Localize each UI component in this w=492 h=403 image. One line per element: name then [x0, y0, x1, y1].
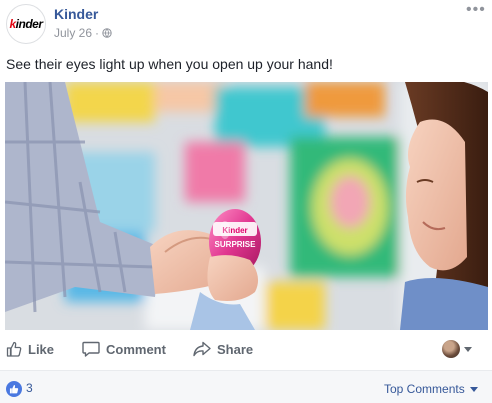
like-count[interactable]: 3 — [26, 381, 33, 395]
share-arrow-icon — [193, 341, 211, 357]
post-actions: Like Comment Share — [0, 330, 492, 370]
more-options-icon[interactable]: ••• — [466, 2, 486, 18]
caret-down-icon — [469, 386, 478, 392]
post-footer: 3 Top Comments — [0, 370, 492, 403]
post-as-selector[interactable] — [442, 340, 472, 358]
share-label: Share — [217, 341, 254, 357]
like-label: Like — [28, 341, 55, 357]
page-name-link[interactable]: Kinder — [54, 6, 98, 22]
comment-sort-dropdown[interactable]: Top Comments — [384, 382, 478, 396]
post-date[interactable]: July 26 — [54, 26, 92, 40]
post-meta: July 26 · — [54, 26, 112, 40]
comment-label: Comment — [106, 341, 166, 357]
post-photo[interactable]: Kinder SURPRISE — [5, 82, 488, 330]
facebook-post: kinder Kinder July 26 · ••• See their ey… — [0, 0, 492, 403]
speech-bubble-icon — [82, 341, 100, 357]
thumbs-up-icon — [6, 341, 22, 357]
share-button[interactable]: Share — [193, 341, 253, 357]
kinder-logo: kinder — [9, 17, 43, 31]
comment-sort-label: Top Comments — [384, 382, 465, 396]
meta-separator: · — [95, 26, 100, 40]
viewer-avatar — [442, 340, 460, 358]
like-button[interactable]: Like — [6, 341, 54, 357]
caret-down-icon — [464, 346, 472, 352]
comment-button[interactable]: Comment — [82, 341, 166, 357]
thumbs-up-icon — [9, 384, 19, 394]
photo-illustration: Kinder SURPRISE — [5, 82, 488, 330]
post-caption: See their eyes light up when you open up… — [6, 56, 333, 72]
page-avatar[interactable]: kinder — [6, 4, 46, 44]
globe-icon — [102, 28, 112, 38]
like-reaction-icon[interactable] — [6, 381, 22, 397]
svg-text:SURPRISE: SURPRISE — [215, 240, 257, 249]
